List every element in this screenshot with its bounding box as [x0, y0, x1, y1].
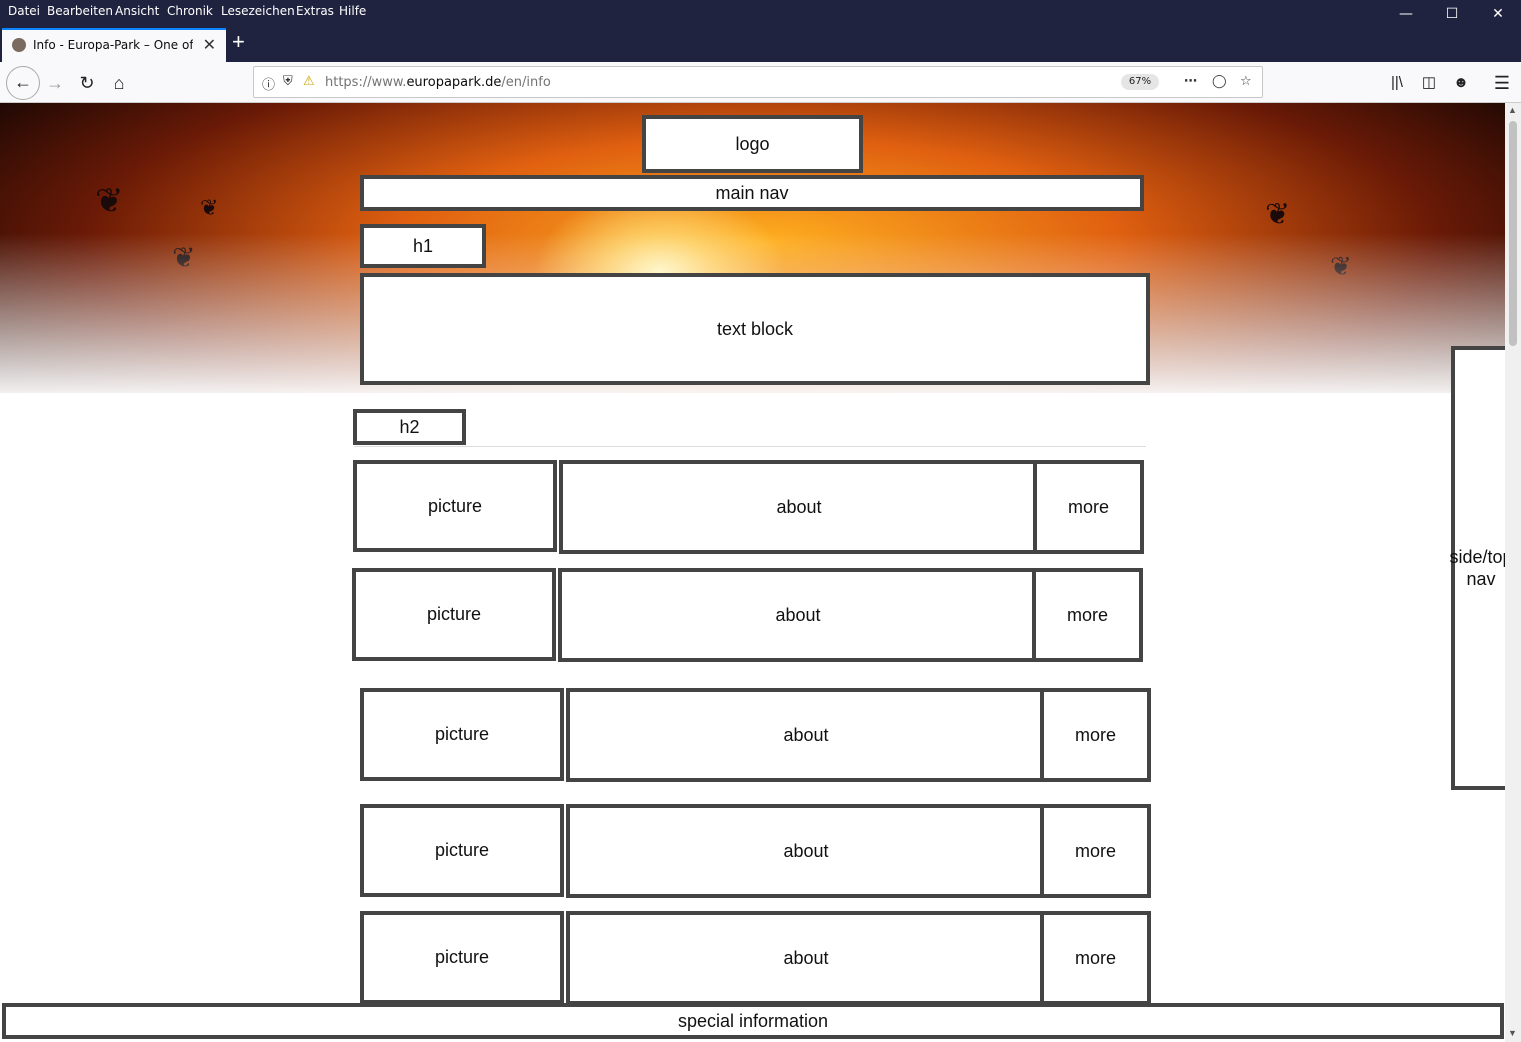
menu-bar: Datei Bearbeiten Ansicht Chronik Lesezei…: [0, 0, 1521, 25]
row-about: about: [566, 911, 1046, 1005]
reload-icon[interactable]: ↻: [73, 69, 101, 97]
back-icon[interactable]: ←: [6, 66, 40, 100]
home-icon[interactable]: ⌂: [105, 69, 133, 97]
shield-icon[interactable]: ⛨: [283, 74, 293, 89]
row-about: about: [566, 804, 1046, 898]
forward-icon[interactable]: →: [41, 69, 69, 97]
logo[interactable]: logo: [642, 115, 863, 173]
close-tab-icon[interactable]: ✕: [203, 35, 216, 54]
h1-heading: h1: [360, 224, 486, 268]
page-viewport: ❦ ❦ ❦ ❦ ❦ logo main nav h1 text block h2…: [0, 103, 1505, 1042]
close-window-icon[interactable]: ✕: [1475, 0, 1521, 28]
scrollbar-thumb[interactable]: [1509, 121, 1517, 346]
row-about: about: [558, 568, 1038, 662]
info-icon[interactable]: ⓘ: [262, 74, 275, 93]
bat-icon: ❦: [95, 182, 124, 220]
bat-icon: ❦: [1265, 198, 1291, 231]
lock-warning-icon[interactable]: ⚠: [303, 74, 315, 89]
scroll-up-icon[interactable]: ▲: [1508, 105, 1517, 115]
menu-lesezeichen[interactable]: Lesezeichen: [221, 4, 295, 18]
page-actions-icon[interactable]: ⋯: [1184, 74, 1197, 89]
favicon-icon: [12, 38, 26, 52]
row-picture[interactable]: picture: [360, 688, 564, 781]
scroll-down-icon[interactable]: ▼: [1508, 1028, 1517, 1038]
menu-hilfe[interactable]: Hilfe: [339, 4, 366, 18]
row-more-button[interactable]: more: [1032, 568, 1143, 662]
zoom-level[interactable]: 67%: [1121, 74, 1159, 90]
row-picture[interactable]: picture: [353, 460, 557, 552]
navigation-toolbar: ← → ↻ ⌂ ⓘ ⛨ ⚠ https://www.europapark.de/…: [0, 62, 1521, 103]
menu-extras[interactable]: Extras: [296, 4, 334, 18]
row-about: about: [566, 688, 1046, 782]
row-about: about: [559, 460, 1039, 554]
page-scrollbar[interactable]: ▲ ▼: [1505, 103, 1521, 1042]
special-information-bar[interactable]: special information: [2, 1003, 1504, 1039]
row-picture[interactable]: picture: [360, 804, 564, 897]
bat-icon: ❦: [200, 195, 219, 220]
new-tab-icon[interactable]: +: [232, 31, 245, 53]
tab-info[interactable]: Info - Europa-Park – One of the ✕: [2, 28, 226, 62]
menu-bearbeiten[interactable]: Bearbeiten: [47, 4, 113, 18]
library-icon[interactable]: ||\: [1383, 69, 1411, 97]
row-more-button[interactable]: more: [1040, 911, 1151, 1005]
menu-chronik[interactable]: Chronik: [167, 4, 213, 18]
divider: [354, 446, 1146, 447]
h2-heading: h2: [353, 409, 466, 445]
bookmark-star-icon[interactable]: ☆: [1240, 74, 1252, 89]
url-bar[interactable]: ⓘ ⛨ ⚠ https://www.europapark.de/en/info …: [253, 66, 1263, 98]
side-top-nav[interactable]: side/top nav: [1449, 346, 1505, 790]
account-icon[interactable]: ☻: [1447, 69, 1475, 97]
tab-title: Info - Europa-Park – One of the: [33, 38, 193, 52]
row-more-button[interactable]: more: [1040, 804, 1151, 898]
menu-ansicht[interactable]: Ansicht: [115, 4, 159, 18]
minimize-icon[interactable]: —: [1383, 0, 1429, 28]
main-nav[interactable]: main nav: [360, 175, 1144, 211]
tab-bar: Info - Europa-Park – One of the ✕ +: [0, 25, 1521, 62]
row-picture[interactable]: picture: [352, 568, 556, 661]
row-more-button[interactable]: more: [1040, 688, 1151, 782]
hamburger-menu-icon[interactable]: ☰: [1488, 69, 1516, 97]
url-text: https://www.europapark.de/en/info: [325, 75, 551, 90]
menu-datei[interactable]: Datei: [8, 4, 40, 18]
pocket-icon[interactable]: ◯: [1212, 74, 1227, 89]
maximize-icon[interactable]: ☐: [1429, 0, 1475, 28]
sidebar-icon[interactable]: ◫: [1415, 69, 1443, 97]
row-picture[interactable]: picture: [360, 911, 564, 1004]
text-block: text block: [360, 273, 1150, 385]
row-more-button[interactable]: more: [1033, 460, 1144, 554]
